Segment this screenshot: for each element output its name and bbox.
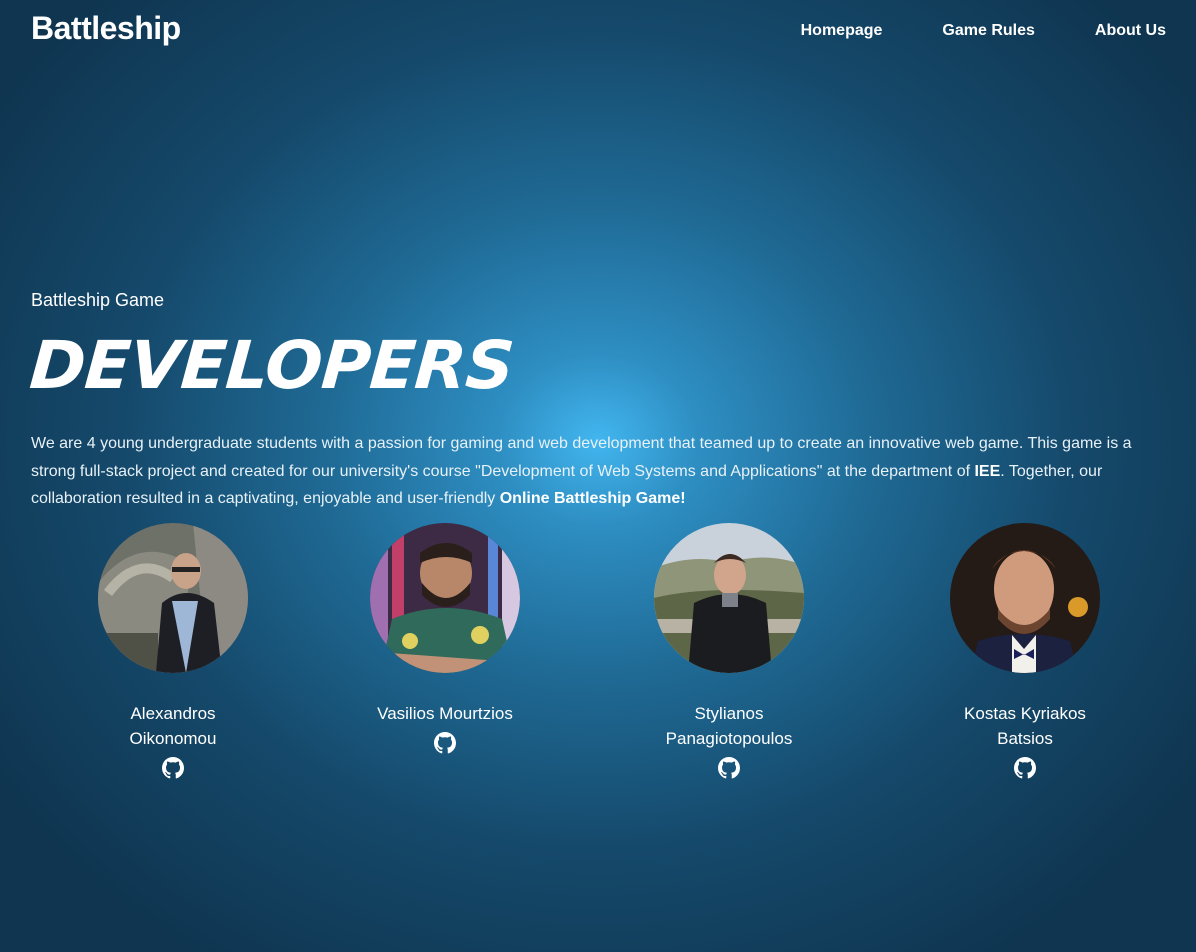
developer-first-name: Stylianos [694,704,764,723]
developer-last-name: Batsios [997,729,1053,748]
brand-logo[interactable]: Battleship [31,10,181,47]
developer-first-name: Alexandros [130,704,216,723]
developer-last-name: Panagiotopoulos [665,729,793,748]
nav-links: Homepage Game Rules About Us [801,22,1166,40]
avatar [370,523,520,673]
developer-name: Alexandros Oikonomou [73,701,273,751]
intro-paragraph: We are 4 young undergraduate students wi… [31,430,1171,513]
nav-homepage-link[interactable]: Homepage [801,22,883,40]
intro-text-part1: We are 4 young undergraduate students wi… [31,435,1132,480]
developer-card: Alexandros Oikonomou [73,523,273,784]
avatar [950,523,1100,673]
developer-first-name: Kostas Kyriakos [964,704,1086,723]
developer-first-name: Vasilios Mourtzios [377,704,513,723]
avatar [654,523,804,673]
intro-bold-game: Online Battleship Game! [499,490,686,507]
developer-name: Vasilios Mourtzios [345,701,545,726]
intro-bold-iee: IEE [974,462,1001,480]
nav-game-rules-link[interactable]: Game Rules [942,22,1034,40]
developer-name: Stylianos Panagiotopoulos [629,701,829,751]
developer-last-name: Oikonomou [129,729,217,748]
page-title: DEVELOPERS [27,327,516,404]
navbar: Battleship Homepage Game Rules About Us [0,0,1196,66]
developer-card: Stylianos Panagiotopoulos [629,523,829,784]
nav-about-us-link[interactable]: About Us [1095,22,1166,40]
github-icon[interactable] [1014,757,1036,779]
developer-name: Kostas Kyriakos Batsios [925,701,1125,751]
page-subtitle: Battleship Game [31,290,165,310]
github-icon[interactable] [162,757,184,779]
developer-card: Kostas Kyriakos Batsios [925,523,1125,784]
developer-card: Vasilios Mourtzios [345,523,545,759]
github-icon[interactable] [718,757,740,779]
avatar [98,523,248,673]
github-icon[interactable] [434,732,456,754]
